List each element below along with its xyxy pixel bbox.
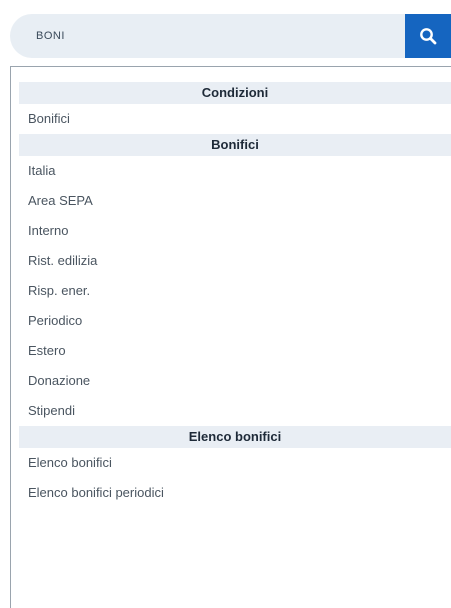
results-list: Condizioni Bonifici Bonifici Italia Area SEP… bbox=[19, 82, 451, 508]
search-results-dropdown: Condizioni Bonifici Bonifici Italia Area SEP… bbox=[10, 66, 451, 608]
result-item[interactable]: Periodico bbox=[19, 306, 451, 336]
result-item[interactable]: Elenco bonifici periodici bbox=[19, 478, 451, 508]
group-header: Condizioni bbox=[19, 82, 451, 104]
result-item[interactable]: Stipendi bbox=[19, 396, 451, 426]
search-input[interactable] bbox=[36, 14, 396, 58]
group-header: Bonifici bbox=[19, 134, 451, 156]
result-item[interactable]: Donazione bbox=[19, 366, 451, 396]
result-item[interactable]: Interno bbox=[19, 216, 451, 246]
result-item[interactable]: Risp. ener. bbox=[19, 276, 451, 306]
result-item[interactable]: Estero bbox=[19, 336, 451, 366]
result-item[interactable]: Rist. edilizia bbox=[19, 246, 451, 276]
result-item[interactable]: Italia bbox=[19, 156, 451, 186]
search-button[interactable] bbox=[405, 14, 451, 58]
search-bar bbox=[10, 14, 451, 58]
search-icon bbox=[420, 28, 437, 45]
result-item[interactable]: Area SEPA bbox=[19, 186, 451, 216]
result-item[interactable]: Elenco bonifici bbox=[19, 448, 451, 478]
group-header: Elenco bonifici bbox=[19, 426, 451, 448]
result-item[interactable]: Bonifici bbox=[19, 104, 451, 134]
